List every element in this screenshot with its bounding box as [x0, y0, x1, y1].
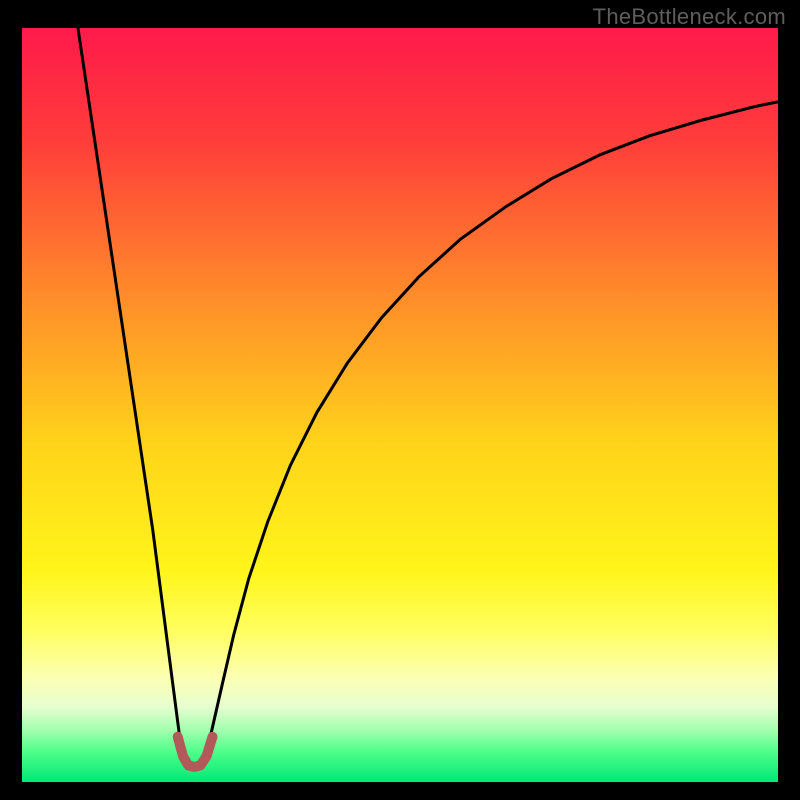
- watermark-text: TheBottleneck.com: [593, 4, 786, 30]
- plot-area: [22, 28, 778, 782]
- chart-svg: [22, 28, 778, 782]
- chart-frame: TheBottleneck.com: [0, 0, 800, 800]
